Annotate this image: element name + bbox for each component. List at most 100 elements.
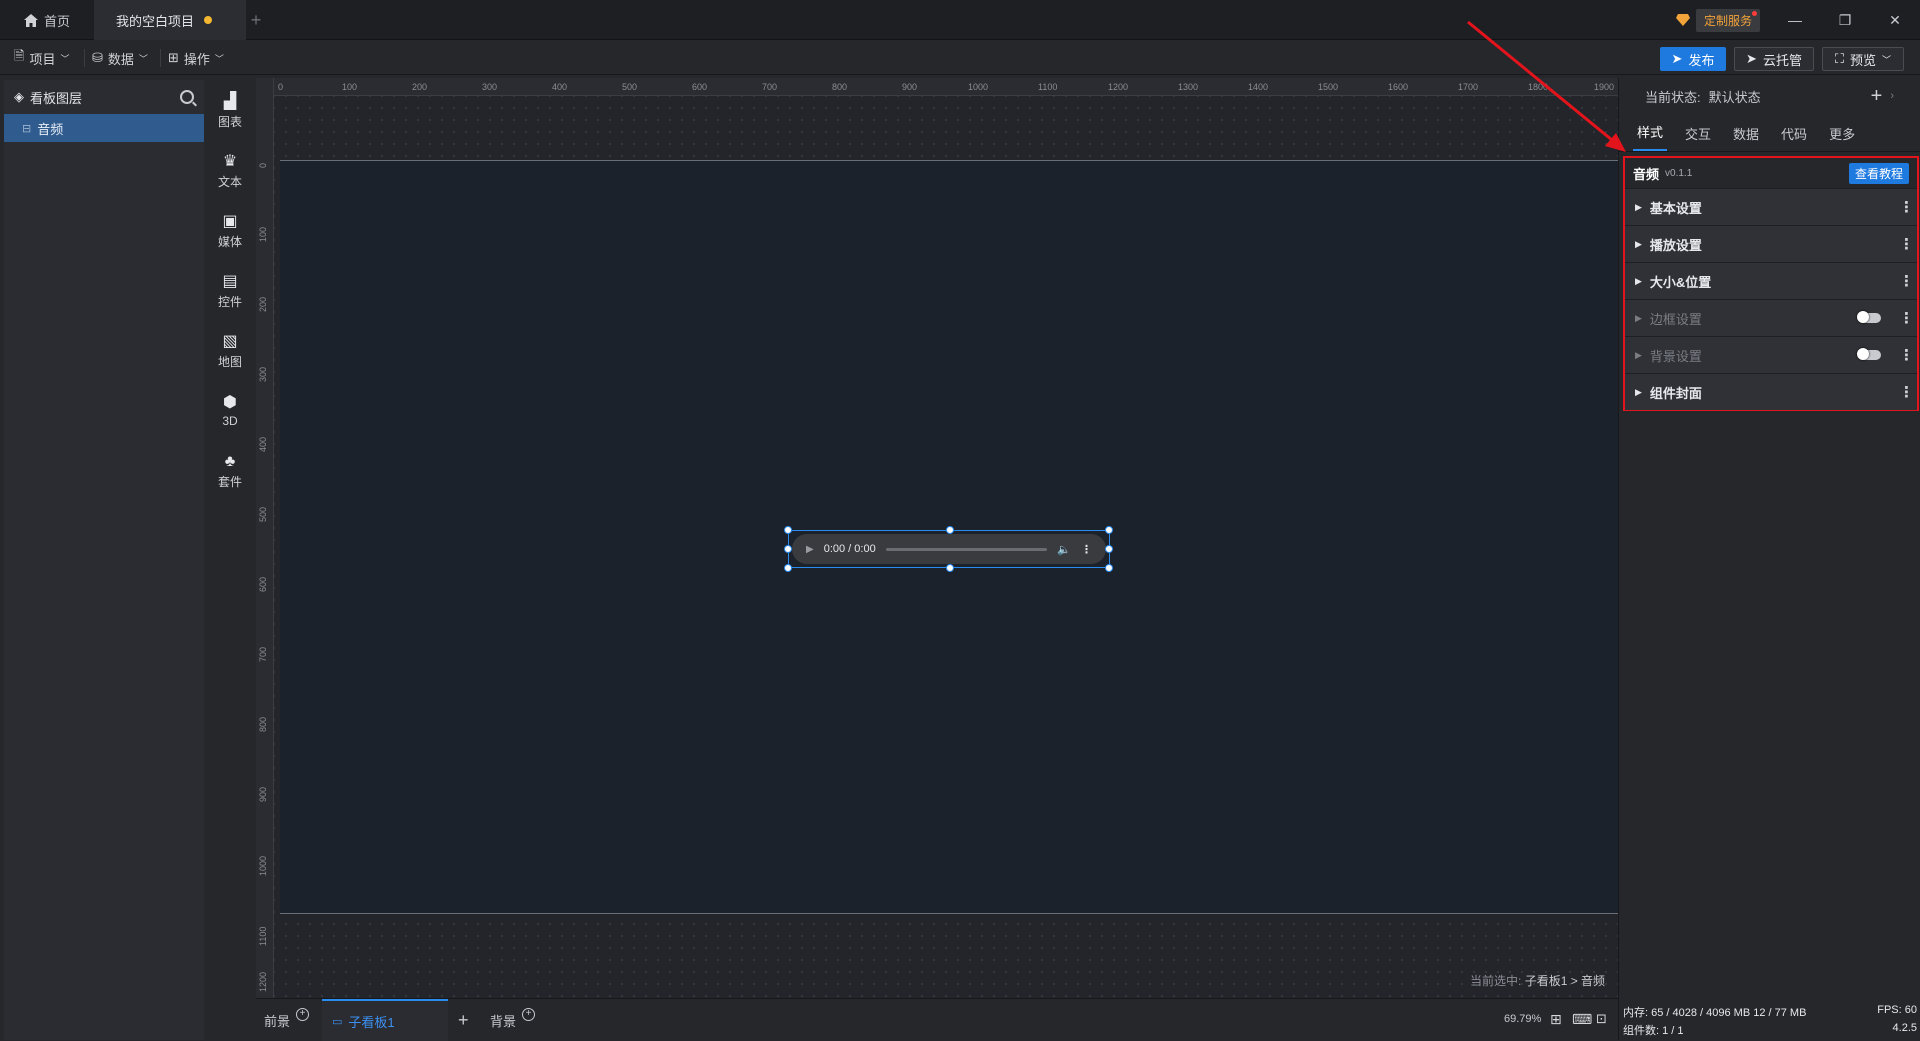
chevron-down-icon: ﹀ — [1882, 54, 1892, 65]
property-tabs: 样式 交互 数据 代码 更多 — [1619, 114, 1920, 152]
scene-sub-board[interactable]: ▭ 子看板1 — [322, 999, 448, 1041]
ruler-label: 1500 — [1318, 82, 1339, 92]
tab-interaction[interactable]: 交互 — [1681, 124, 1715, 151]
document-icon: 🗎 — [14, 48, 25, 63]
tool-widget[interactable]: ▤ 控件 — [206, 266, 254, 316]
section-border-settings[interactable]: ▶ 边框设置 ⋮ — [1625, 299, 1917, 336]
ruler-label: 0 — [258, 162, 268, 168]
more-vertical-icon[interactable]: ⋮ — [1899, 309, 1914, 327]
ruler-label: 700 — [258, 646, 268, 662]
close-button[interactable]: ✕ — [1870, 0, 1920, 40]
border-toggle[interactable] — [1857, 311, 1881, 323]
state-label: 当前状态: — [1645, 89, 1701, 105]
ruler-label: 1200 — [1108, 82, 1129, 92]
resize-handle[interactable] — [946, 564, 954, 572]
tab-style[interactable]: 样式 — [1633, 122, 1668, 151]
section-size-position[interactable]: ▶ 大小&位置 ⋮ — [1625, 262, 1917, 299]
ruler-label: 200 — [412, 82, 428, 92]
section-label: 大小&位置 — [1649, 274, 1712, 290]
tool-kit-label: 套件 — [217, 474, 242, 489]
fps-stat: FPS: 60 — [1877, 1004, 1917, 1016]
more-vertical-icon[interactable]: ⋮ — [1899, 346, 1914, 364]
add-circle-icon[interactable]: + — [522, 1007, 536, 1021]
tool-map[interactable]: ▧ 地图 — [206, 326, 254, 376]
scene-front-label: 前景 — [264, 1013, 291, 1029]
zoom-level[interactable]: 69.79% — [1504, 1013, 1541, 1025]
volume-icon[interactable]: 🔈 — [1057, 543, 1071, 556]
fit-screen-icon[interactable]: ⊞ — [1550, 1011, 1562, 1028]
resize-handle[interactable] — [1105, 526, 1113, 534]
new-tab-button[interactable]: + — [246, 0, 266, 40]
cloud-host-button[interactable]: ➤ 云托管 — [1734, 47, 1814, 71]
ruler-label: 600 — [258, 576, 268, 592]
layer-item-audio[interactable]: ⊟ 音频 — [4, 114, 204, 142]
search-icon[interactable] — [180, 90, 194, 104]
section-play-settings[interactable]: ▶ 播放设置 ⋮ — [1625, 225, 1917, 262]
restore-icon: ❐ — [1838, 11, 1852, 28]
resize-handle[interactable] — [784, 526, 792, 534]
more-vertical-icon[interactable]: ⋮ — [1899, 272, 1914, 290]
resize-handle[interactable] — [1105, 564, 1113, 572]
view-tutorial-button[interactable]: 查看教程 — [1848, 162, 1909, 184]
publish-button[interactable]: ➤ 发布 — [1660, 47, 1726, 71]
resize-handle[interactable] — [1105, 545, 1113, 553]
minimize-button[interactable]: — — [1770, 0, 1820, 40]
more-vertical-icon[interactable]: ⋮ — [1081, 543, 1092, 556]
tab-code[interactable]: 代码 — [1777, 124, 1811, 151]
terminal-icon[interactable]: ⊡ — [1596, 1011, 1607, 1027]
selection-breadcrumb: 当前选中: 子看板1 > 音频 — [1470, 972, 1605, 989]
scene-background[interactable]: 背景 + — [490, 999, 536, 1041]
component-header: 音频 v0.1.1 查看教程 — [1625, 158, 1917, 188]
tool-chart[interactable]: ▟ 图表 — [206, 86, 254, 136]
ruler-vertical: 0 100 200 300 400 500 600 700 800 900 10… — [256, 78, 274, 998]
scene-front[interactable]: 前景 + — [264, 999, 310, 1041]
cloud-host-label: 云托管 — [1762, 52, 1802, 68]
add-scene-button[interactable]: + — [458, 999, 469, 1041]
state-value[interactable]: 默认状态 — [1709, 87, 1761, 106]
audio-progress-track[interactable] — [885, 547, 1048, 551]
resize-handle[interactable] — [784, 545, 792, 553]
media-icon: ▣ — [222, 212, 238, 230]
tool-chart-label: 图表 — [217, 114, 242, 129]
tab-home-label: 首页 — [44, 13, 71, 29]
add-circle-icon[interactable]: + — [296, 1007, 310, 1021]
preview-button[interactable]: ⛶ 预览 ﹀ — [1822, 47, 1904, 71]
ruler-label: 1100 — [258, 926, 268, 946]
more-vertical-icon[interactable]: ⋮ — [1899, 198, 1914, 216]
menu-operate-label: 操作 — [183, 51, 210, 67]
resize-handle[interactable] — [946, 526, 954, 534]
ruler-label: 900 — [902, 82, 918, 92]
more-vertical-icon[interactable]: ⋮ — [1899, 383, 1914, 401]
more-vertical-icon[interactable]: ⋮ — [1899, 235, 1914, 253]
restore-button[interactable]: ❐ — [1820, 0, 1870, 40]
audio-component[interactable]: ▶ 0:00 / 0:00 🔈 ⋮ — [784, 526, 1113, 572]
keyboard-icon[interactable]: ⌨ — [1572, 1011, 1592, 1028]
custom-service-button[interactable]: 定制服务 — [1676, 8, 1761, 32]
play-icon[interactable]: ▶ — [806, 544, 814, 555]
chevron-right-icon[interactable]: › — [1890, 90, 1894, 102]
caret-right-icon: ▶ — [1635, 201, 1642, 212]
publish-label: 发布 — [1688, 52, 1715, 68]
tab-home[interactable]: 首页 — [14, 0, 92, 40]
menu-operate[interactable]: ⊞ 操作 ﹀ — [168, 41, 224, 75]
tool-kit[interactable]: ♣ 套件 — [206, 446, 254, 496]
resize-handle[interactable] — [784, 564, 792, 572]
tool-3d[interactable]: ⬢ 3D — [206, 386, 254, 436]
section-component-cover[interactable]: ▶ 组件封面 ⋮ — [1625, 373, 1917, 410]
menu-data[interactable]: ⛁ 数据 ﹀ — [92, 41, 148, 75]
divider — [160, 49, 161, 67]
audio-player[interactable]: ▶ 0:00 / 0:00 🔈 ⋮ — [792, 534, 1106, 564]
tab-project[interactable]: 我的空白项目 — [94, 0, 246, 40]
background-toggle[interactable] — [1857, 348, 1881, 360]
section-background-settings[interactable]: ▶ 背景设置 ⋮ — [1625, 336, 1917, 373]
add-state-icon[interactable]: + — [1871, 85, 1883, 108]
title-bar: 首页 我的空白项目 + 定制服务 — ❐ ✕ — [0, 0, 1920, 40]
diamond-icon — [1676, 14, 1690, 26]
section-basic-settings[interactable]: ▶ 基本设置 ⋮ — [1625, 188, 1917, 225]
tab-more[interactable]: 更多 — [1825, 124, 1859, 151]
tool-widget-label: 控件 — [217, 294, 242, 309]
tab-data[interactable]: 数据 — [1729, 124, 1763, 151]
tool-text[interactable]: ♛ 文本 — [206, 146, 254, 196]
menu-project[interactable]: 🗎 项目 ﹀ — [14, 41, 69, 75]
tool-media[interactable]: ▣ 媒体 — [206, 206, 254, 256]
